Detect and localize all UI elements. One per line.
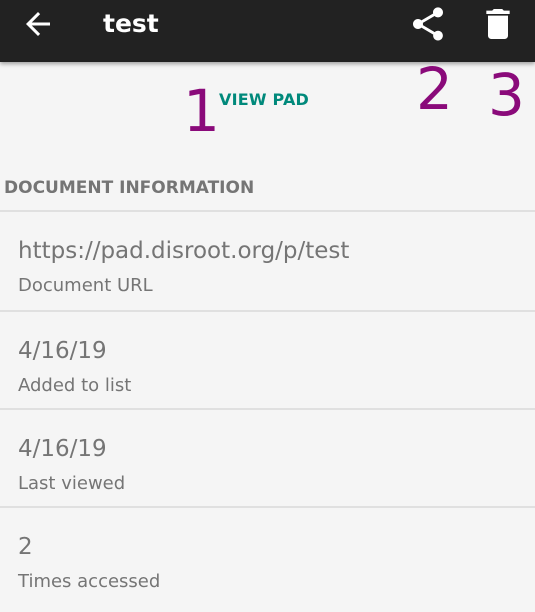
arrow-left-icon — [26, 12, 50, 36]
page-title: test — [103, 9, 159, 38]
list-item-label: Last viewed — [18, 473, 126, 494]
list-item-times-accessed[interactable]: 2 Times accessed — [0, 508, 535, 604]
back-button[interactable] — [20, 6, 56, 42]
share-icon — [413, 7, 443, 41]
share-button[interactable] — [408, 4, 448, 44]
section-header: DOCUMENT INFORMATION — [4, 178, 255, 198]
annotation-3: 3 — [488, 61, 525, 129]
annotation-2: 2 — [416, 55, 453, 123]
list-item-value: https://pad.disroot.org/p/test — [18, 238, 350, 264]
list-item-value: 2 — [18, 534, 33, 560]
trash-icon — [486, 9, 510, 39]
list-item-value: 4/16/19 — [18, 436, 107, 462]
list-item-added-to-list[interactable]: 4/16/19 Added to list — [0, 312, 535, 408]
list-item-value: 4/16/19 — [18, 338, 107, 364]
list-item-last-viewed[interactable]: 4/16/19 Last viewed — [0, 410, 535, 506]
list-item-document-url[interactable]: https://pad.disroot.org/p/test Document … — [0, 212, 535, 308]
list-item-label: Times accessed — [18, 571, 161, 592]
list-item-label: Document URL — [18, 275, 153, 296]
delete-button[interactable] — [478, 4, 518, 44]
app-bar: test — [0, 0, 535, 62]
view-pad-button[interactable]: VIEW PAD — [219, 90, 309, 109]
list-item-label: Added to list — [18, 375, 132, 396]
annotation-1: 1 — [183, 77, 220, 145]
